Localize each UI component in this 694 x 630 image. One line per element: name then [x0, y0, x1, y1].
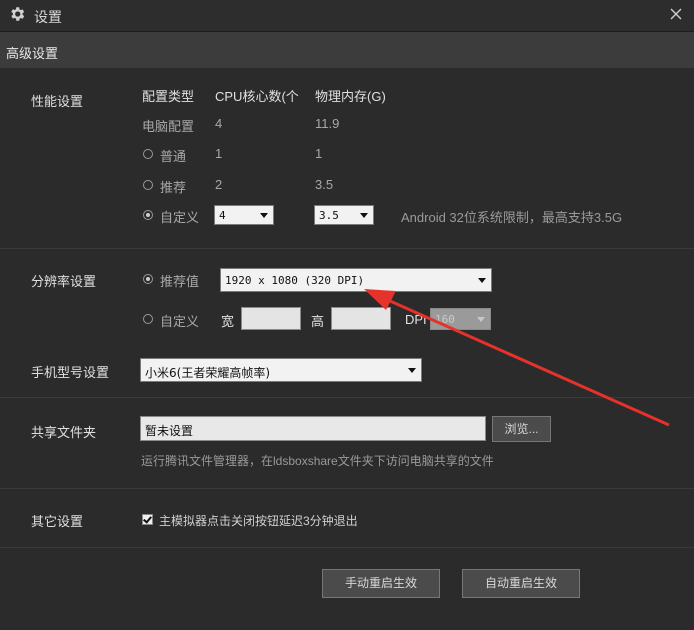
- auto-restart-button[interactable]: 自动重启生效: [462, 569, 580, 598]
- title-bar: 设置: [0, 0, 694, 32]
- divider: [0, 547, 694, 548]
- divider: [0, 397, 694, 398]
- resolution-custom-label: 自定义: [160, 314, 200, 329]
- memory-value: 3.5: [319, 209, 339, 222]
- window-title: 设置: [34, 9, 62, 25]
- memory-limit-note: Android 32位系统限制，最高支持3.5G: [401, 210, 623, 225]
- recommended-memory: 3.5: [315, 177, 334, 192]
- header-memory: 物理内存(G): [315, 89, 386, 104]
- width-input[interactable]: [241, 307, 301, 330]
- normal-memory: 1: [315, 146, 323, 161]
- recommended-radio[interactable]: [143, 180, 153, 190]
- header-config-type: 配置类型: [142, 89, 195, 104]
- chevron-down-icon: [477, 317, 485, 322]
- tab-bar: 高级设置: [0, 32, 694, 68]
- phone-model-select[interactable]: 小米6(王者荣耀高帧率): [140, 358, 422, 382]
- height-input[interactable]: [331, 307, 391, 330]
- phone-model-value: 小米6(王者荣耀高帧率): [145, 366, 270, 380]
- dpi-select[interactable]: 160: [430, 308, 491, 330]
- resolution-section-label: 分辨率设置: [31, 274, 97, 289]
- dpi-label: DPI: [405, 312, 427, 327]
- delay-exit-label: 主模拟器点击关闭按钮延迟3分钟退出: [159, 514, 358, 528]
- pc-config-memory: 11.9: [315, 116, 340, 131]
- resolution-select[interactable]: 1920 x 1080 (320 DPI): [220, 268, 492, 292]
- delay-exit-checkbox[interactable]: [142, 514, 153, 525]
- normal-radio[interactable]: [143, 149, 153, 159]
- recommended-label: 推荐: [160, 180, 187, 195]
- resolution-custom-radio[interactable]: [143, 314, 153, 324]
- pc-config-cpu: 4: [215, 116, 223, 131]
- cpu-cores-select[interactable]: 4: [214, 205, 274, 225]
- manual-restart-button[interactable]: 手动重启生效: [322, 569, 440, 598]
- dpi-value: 160: [435, 313, 455, 326]
- shared-folder-input[interactable]: 暂未设置: [140, 416, 486, 441]
- chevron-down-icon: [260, 213, 268, 218]
- resolution-recommended-label: 推荐值: [160, 274, 200, 289]
- header-cpu-cores: CPU核心数(个: [215, 89, 299, 104]
- recommended-cpu: 2: [215, 177, 223, 192]
- height-label: 高: [311, 314, 325, 329]
- custom-perf-label: 自定义: [160, 210, 200, 225]
- browse-button[interactable]: 浏览...: [492, 416, 551, 442]
- normal-label: 普通: [160, 149, 187, 164]
- close-icon[interactable]: [666, 4, 686, 24]
- normal-cpu: 1: [215, 146, 223, 161]
- resolution-value: 1920 x 1080 (320 DPI): [225, 274, 365, 287]
- performance-section-label: 性能设置: [31, 94, 84, 109]
- phone-model-section-label: 手机型号设置: [31, 365, 110, 380]
- memory-select[interactable]: 3.5: [314, 205, 374, 225]
- divider: [0, 248, 694, 249]
- pc-config-label: 电脑配置: [142, 119, 195, 134]
- other-section-label: 其它设置: [31, 514, 84, 529]
- tab-advanced-settings[interactable]: 高级设置: [6, 43, 58, 62]
- gear-icon: [11, 7, 25, 21]
- width-label: 宽: [221, 314, 235, 329]
- shared-folder-section-label: 共享文件夹: [31, 425, 97, 440]
- chevron-down-icon: [408, 368, 416, 373]
- chevron-down-icon: [478, 278, 486, 283]
- cpu-cores-value: 4: [219, 209, 226, 222]
- divider: [0, 488, 694, 489]
- custom-perf-radio[interactable]: [143, 210, 153, 220]
- resolution-recommended-radio[interactable]: [143, 274, 153, 284]
- shared-folder-hint: 运行腾讯文件管理器，在ldsboxshare文件夹下访问电脑共享的文件: [141, 454, 494, 468]
- shared-folder-value: 暂未设置: [145, 424, 194, 438]
- chevron-down-icon: [360, 213, 368, 218]
